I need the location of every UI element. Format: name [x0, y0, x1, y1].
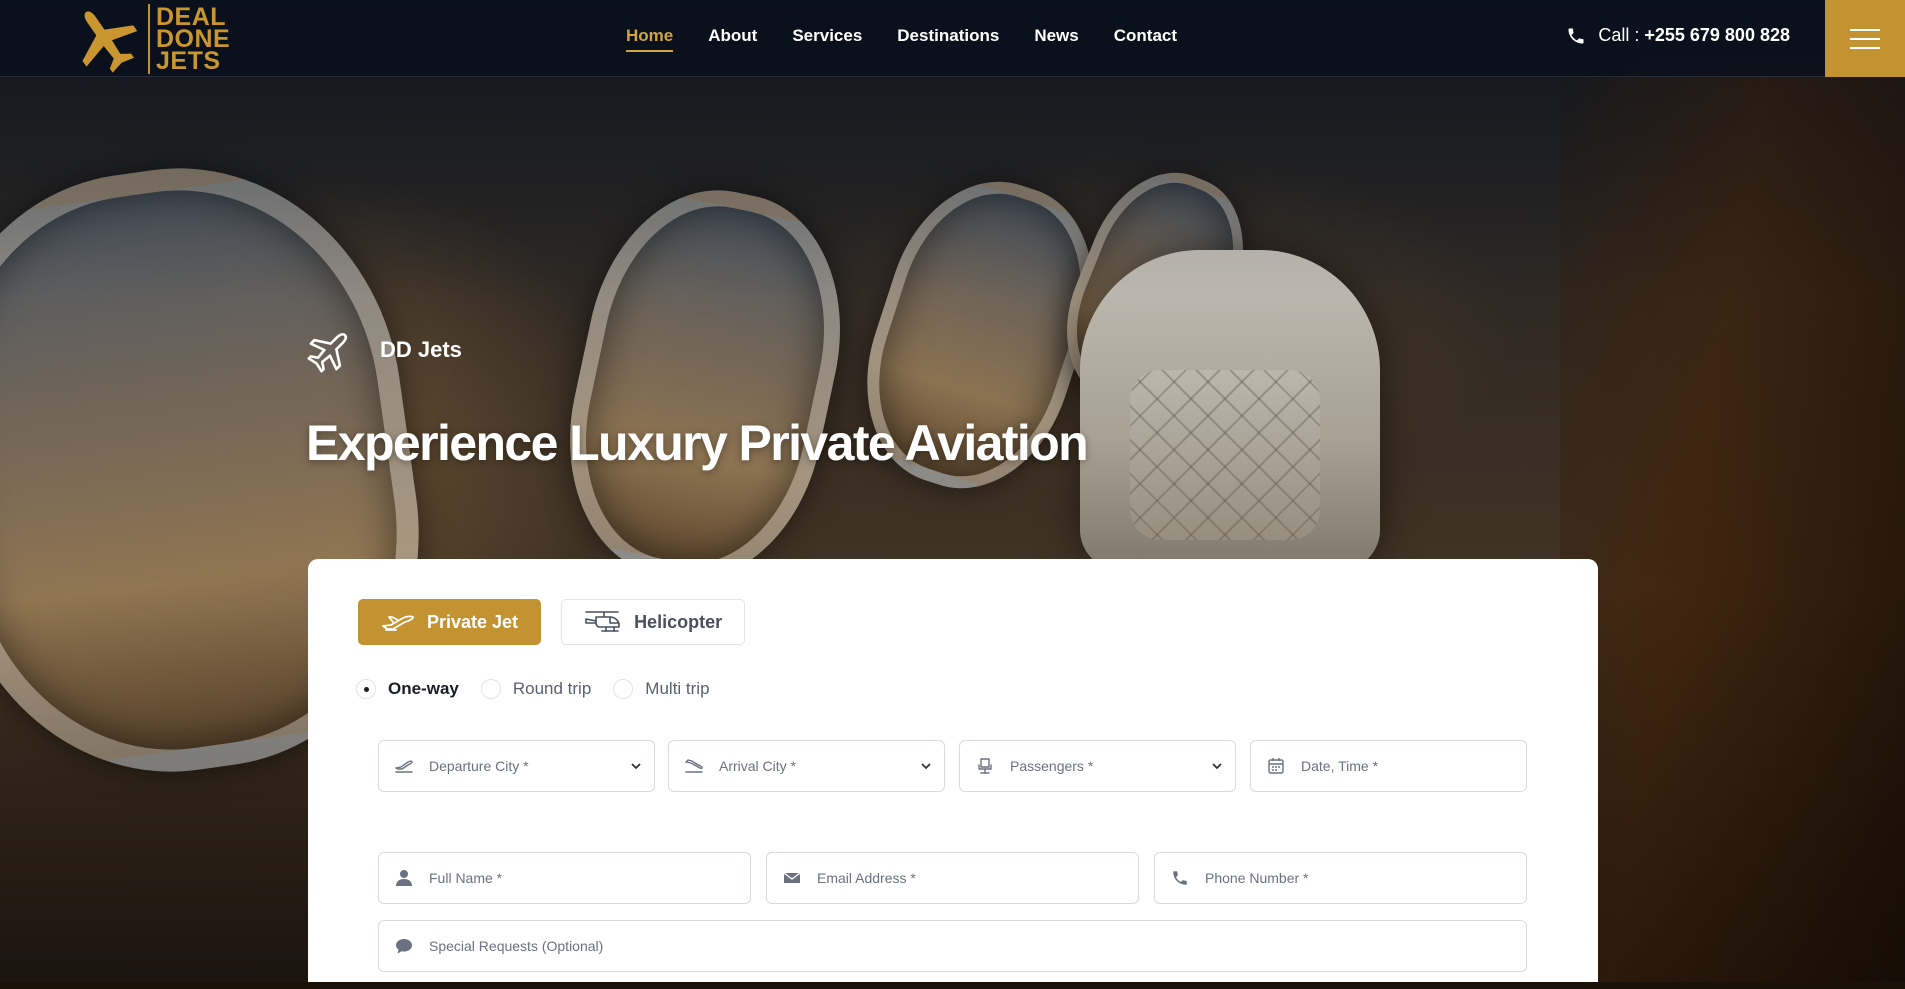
brand-line: JETS [156, 46, 221, 75]
phone-icon [1568, 28, 1584, 43]
booking-form: Private Jet Helicopter One-way Round tri… [308, 559, 1598, 989]
nav-about[interactable]: About [708, 26, 757, 52]
brand-logo[interactable]: DEAL DONE JETS [68, 0, 230, 77]
nav-contact[interactable]: Contact [1114, 26, 1177, 52]
airplane-logo-icon [82, 10, 138, 73]
radio-circle[interactable] [613, 679, 634, 699]
aircraft-tabs: Private Jet Helicopter [358, 599, 746, 645]
chevron-down-icon [1212, 763, 1222, 770]
envelope-icon [783, 872, 801, 883]
email-placeholder: Email Address * [817, 870, 916, 886]
radio-multi-trip[interactable]: Multi trip [613, 679, 710, 699]
email-input[interactable]: Email Address * [766, 852, 1139, 904]
plane-icon [382, 615, 414, 631]
landing-icon [685, 759, 703, 773]
nav-news[interactable]: News [1034, 26, 1078, 52]
call-prefix: Call : [1598, 25, 1645, 45]
passengers-placeholder: Passengers * [1010, 758, 1094, 774]
radio-label: Multi trip [645, 679, 710, 698]
phone-placeholder: Phone Number * [1205, 870, 1309, 886]
arrival-city-select[interactable]: Arrival City * [668, 740, 945, 792]
special-requests-placeholder: Special Requests (Optional) [429, 938, 604, 954]
hero-subheading: DD Jets [306, 326, 462, 374]
calendar-icon [1268, 758, 1284, 774]
hamburger-icon [1850, 28, 1880, 31]
radio-label: One-way [388, 679, 459, 698]
brand-wordmark: DEAL DONE JETS [156, 4, 230, 75]
departure-city-select[interactable]: Departure City * [378, 740, 655, 792]
hamburger-icon [1850, 37, 1880, 40]
radio-circle[interactable] [356, 679, 376, 699]
date-time-input[interactable]: Date, Time * [1250, 740, 1527, 792]
chevron-down-icon [921, 763, 931, 770]
nav-destinations[interactable]: Destinations [897, 26, 999, 52]
helicopter-icon [585, 611, 620, 632]
passengers-select[interactable]: Passengers * [959, 740, 1236, 792]
takeoff-icon [395, 760, 413, 773]
nav-home[interactable]: Home [626, 26, 674, 52]
departure-placeholder: Departure City * [429, 758, 529, 774]
trip-type-group: One-way Round trip Multi trip [356, 679, 710, 699]
hamburger-icon [1850, 46, 1880, 49]
tab-label: Helicopter [634, 611, 723, 632]
main-nav: Home About Services Destinations News Co… [626, 26, 1177, 52]
radio-one-way[interactable]: One-way [356, 679, 459, 699]
tab-helicopter[interactable]: Helicopter [561, 599, 746, 645]
radio-circle[interactable] [480, 679, 501, 699]
full-name-input[interactable]: Full Name * [378, 852, 751, 904]
hero-title: Experience Luxury Private Aviation [306, 415, 1089, 471]
radio-label: Round trip [512, 679, 592, 698]
call-link[interactable]: Call : +255 679 800 828 [1566, 25, 1790, 46]
arrival-placeholder: Arrival City * [719, 758, 797, 774]
tab-private-jet[interactable]: Private Jet [358, 599, 542, 645]
nav-services[interactable]: Services [792, 26, 862, 52]
full-name-placeholder: Full Name * [429, 870, 503, 886]
special-requests-input[interactable]: Special Requests (Optional) [378, 920, 1527, 972]
page-bottom-edge [0, 982, 1905, 989]
chevron-down-icon [631, 763, 641, 770]
site-header: DEAL DONE JETS Home About Services Desti… [0, 0, 1905, 77]
phone-input[interactable]: Phone Number * [1154, 852, 1527, 904]
hero-sub-label: DD Jets [380, 337, 462, 362]
phone-number: +255 679 800 828 [1644, 25, 1790, 45]
comment-icon [396, 939, 412, 954]
radio-round-trip[interactable]: Round trip [480, 679, 592, 699]
seat-icon [978, 758, 992, 774]
phone-icon [1173, 871, 1187, 885]
tab-label: Private Jet [427, 611, 519, 632]
user-icon [396, 870, 412, 886]
menu-button[interactable] [1825, 0, 1905, 77]
jet-icon [307, 333, 347, 373]
logo-divider [148, 3, 150, 74]
date-placeholder: Date, Time * [1301, 758, 1379, 774]
